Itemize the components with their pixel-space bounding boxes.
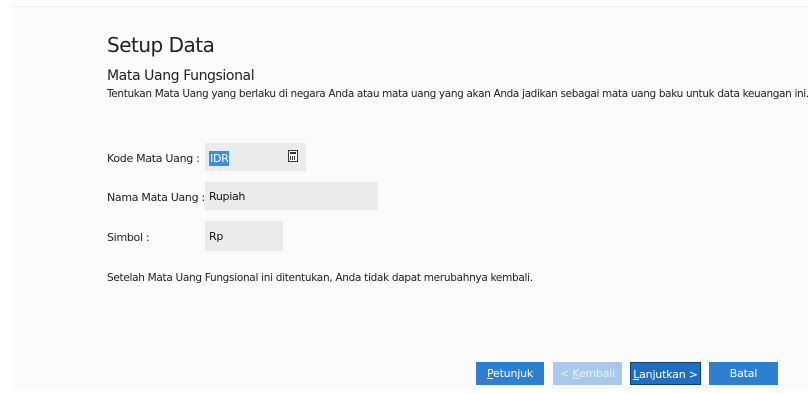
section-title: Mata Uang Fungsional	[107, 68, 255, 84]
lanjutkan-label: anjutkan >	[639, 368, 698, 381]
lanjutkan-button[interactable]: Lanjutkan >	[630, 362, 701, 385]
kembali-button[interactable]: < Kembali	[553, 362, 622, 385]
batal-button[interactable]: Batal	[709, 362, 778, 385]
nama-mata-uang-label: Nama Mata Uang :	[107, 191, 205, 204]
simbol-value: Rp	[209, 230, 224, 243]
page-title: Setup Data	[107, 33, 215, 57]
calculator-icon[interactable]	[288, 150, 298, 162]
warning-note: Setelah Mata Uang Fungsional ini ditentu…	[107, 272, 533, 284]
simbol-label: Simbol :	[107, 231, 150, 244]
kode-mata-uang-value[interactable]: IDR	[209, 151, 230, 166]
kembali-prefix: <	[560, 367, 573, 380]
petunjuk-label: etunjuk	[493, 367, 534, 380]
section-description: Tentukan Mata Uang yang berlaku di negar…	[107, 88, 808, 100]
simbol-field[interactable]: Rp	[205, 221, 283, 251]
nama-mata-uang-field[interactable]: Rupiah	[205, 182, 378, 210]
petunjuk-button[interactable]: Petunjuk	[476, 362, 544, 385]
kode-mata-uang-field[interactable]: IDR	[205, 143, 306, 171]
kembali-label: embali	[578, 367, 615, 380]
nama-mata-uang-value: Rupiah	[209, 190, 246, 203]
kode-mata-uang-label: Kode Mata Uang :	[107, 152, 200, 165]
